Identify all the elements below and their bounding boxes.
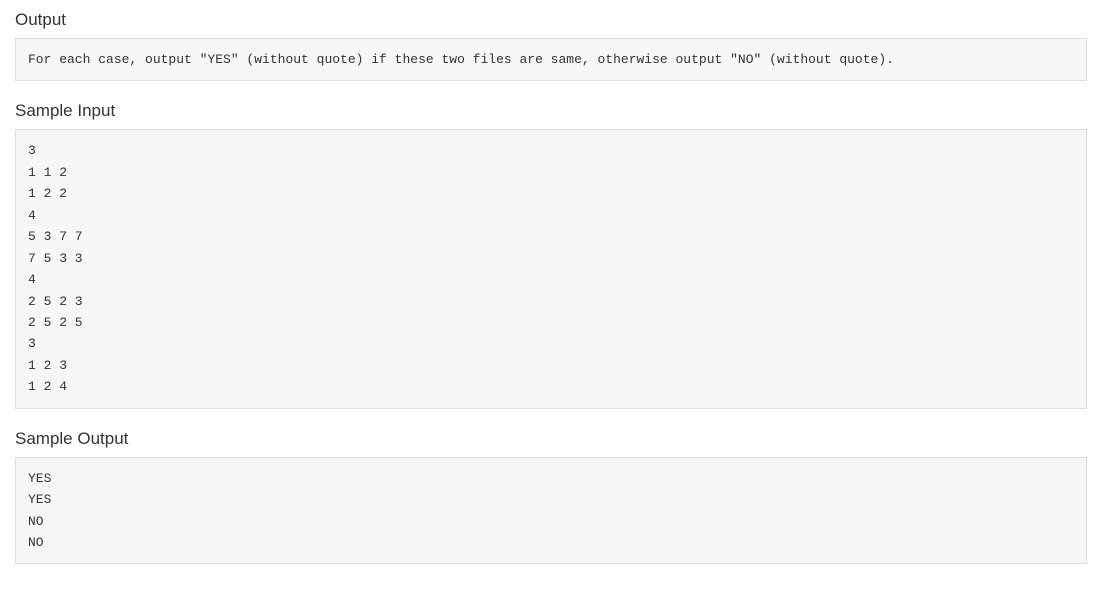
sample-output-section: Sample Output YES YES NO NO bbox=[15, 429, 1087, 565]
output-title: Output bbox=[15, 10, 1087, 30]
output-content: For each case, output "YES" (without quo… bbox=[15, 38, 1087, 81]
sample-output-content: YES YES NO NO bbox=[15, 457, 1087, 565]
output-section: Output For each case, output "YES" (with… bbox=[15, 10, 1087, 81]
sample-input-content: 3 1 1 2 1 2 2 4 5 3 7 7 7 5 3 3 4 2 5 2 … bbox=[15, 129, 1087, 408]
sample-output-title: Sample Output bbox=[15, 429, 1087, 449]
sample-input-section: Sample Input 3 1 1 2 1 2 2 4 5 3 7 7 7 5… bbox=[15, 101, 1087, 408]
sample-input-title: Sample Input bbox=[15, 101, 1087, 121]
